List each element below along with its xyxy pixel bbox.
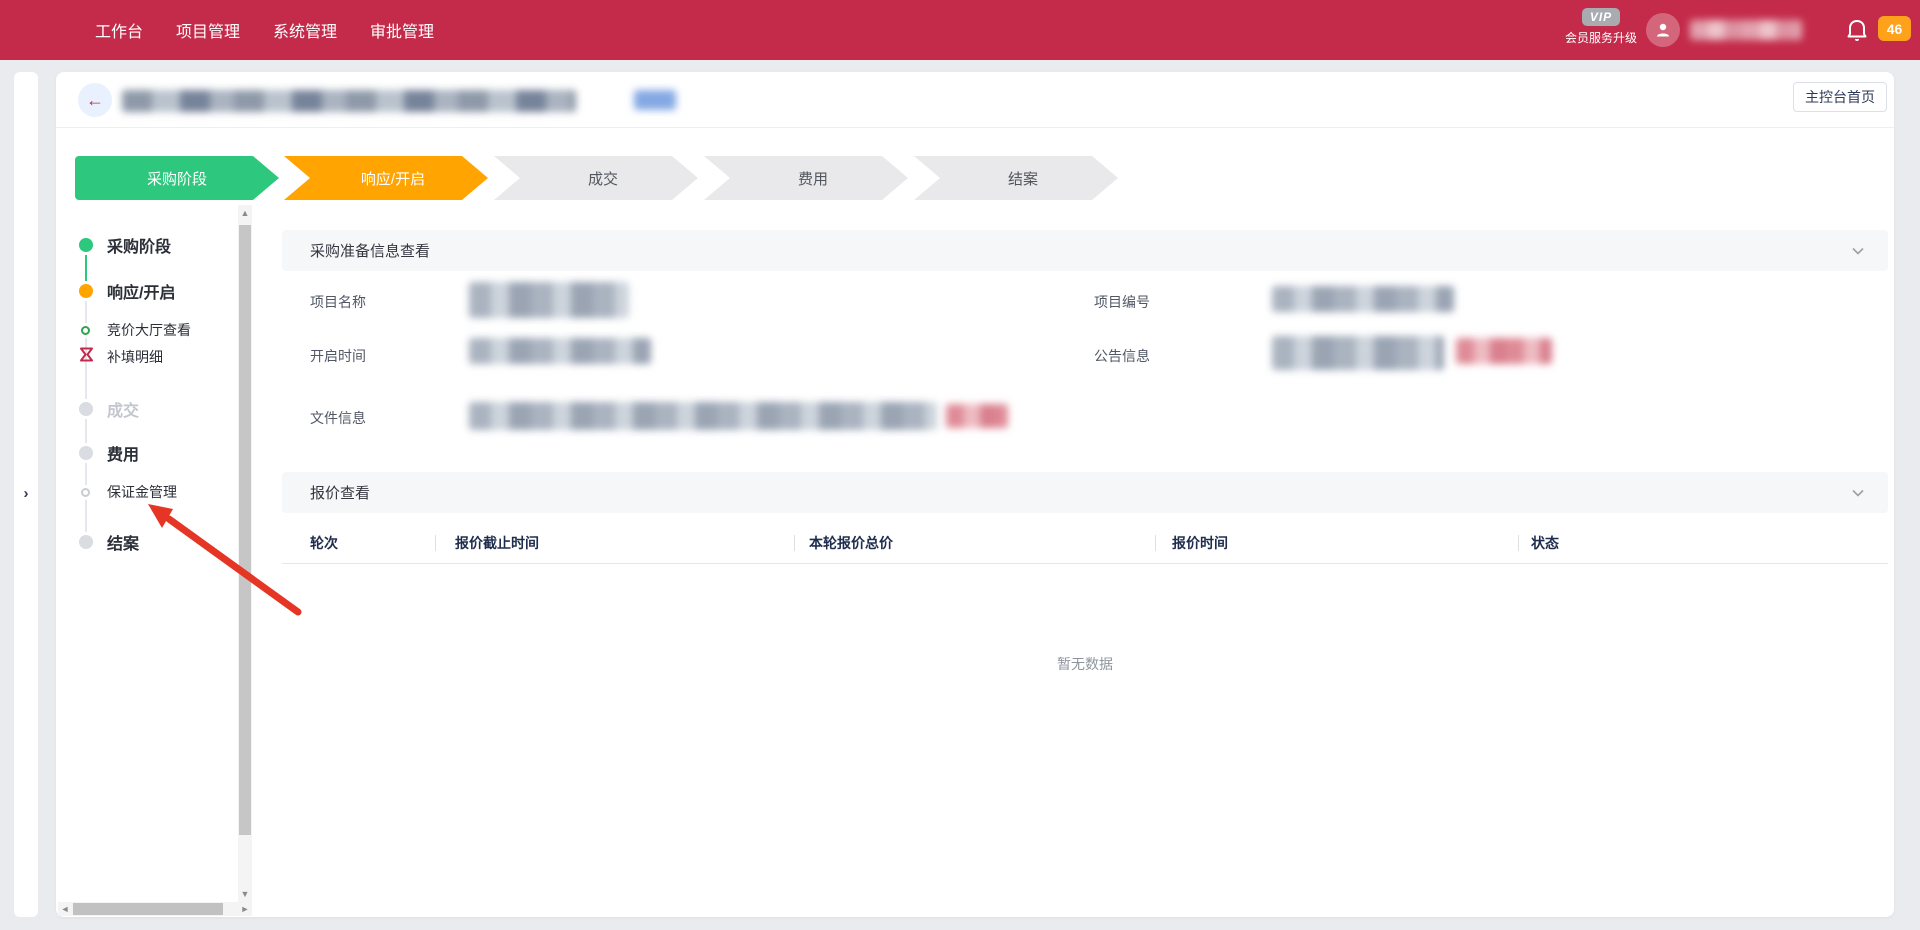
scrollbar-down-icon[interactable]: ▼ — [238, 889, 252, 899]
project-title-redacted — [122, 90, 576, 112]
back-button[interactable]: ← — [78, 83, 112, 117]
sidebar-item-label: 竞价大厅查看 — [107, 320, 191, 340]
open-time-value-redacted — [469, 338, 651, 364]
field-label-file-info: 文件信息 — [310, 408, 366, 428]
panel-expander-chevron-icon[interactable]: › — [16, 484, 36, 504]
top-navbar: 工作台 项目管理 系统管理 审批管理 VIP 会员服务升级 46 — [0, 0, 1920, 60]
stage-progress-bar: 采购阶段 响应/开启 成交 费用 结案 — [56, 156, 1894, 200]
stage-timeline-sidebar: 采购阶段 响应/开启 竞价大厅查看 补填明细 成交 — [56, 200, 256, 902]
status-tag-redacted — [634, 90, 676, 110]
sidebar-item-deal[interactable]: 成交 — [56, 397, 139, 421]
collapse-chevron-down-icon[interactable] — [1850, 243, 1866, 259]
quote-panel-header: 报价查看 — [282, 472, 1888, 513]
sidebar-item-label: 保证金管理 — [107, 482, 177, 502]
nav-menu: 工作台 项目管理 系统管理 审批管理 — [95, 0, 434, 60]
vip-caption: 会员服务升级 — [1556, 29, 1646, 46]
page-header: ← 主控台首页 — [56, 72, 1894, 128]
column-divider — [794, 535, 795, 551]
gray-ring-icon — [81, 488, 90, 497]
sidebar-item-label: 成交 — [107, 397, 139, 421]
vip-icon: VIP — [1582, 8, 1620, 26]
collapse-chevron-down-icon[interactable] — [1850, 485, 1866, 501]
field-label-open-time: 开启时间 — [310, 346, 366, 366]
sidebar-item-fees[interactable]: 费用 — [56, 441, 139, 465]
column-divider — [1518, 535, 1519, 551]
step-deal[interactable]: 成交 — [494, 156, 698, 200]
sidebar-vertical-scrollbar[interactable]: ▲ ▼ — [238, 205, 252, 902]
scrollbar-right-icon[interactable]: ► — [238, 904, 252, 914]
console-home-button[interactable]: 主控台首页 — [1793, 82, 1887, 112]
quote-table-header-row: 轮次 报价截止时间 本轮报价总价 报价时间 状态 — [282, 522, 1888, 564]
step-procurement-stage[interactable]: 采购阶段 — [75, 156, 279, 200]
gray-dot-icon — [79, 535, 93, 549]
column-header-status: 状态 — [1531, 522, 1559, 564]
project-number-value-redacted — [1272, 286, 1454, 312]
field-label-project-number: 项目编号 — [1094, 292, 1150, 312]
sidebar-item-label: 补填明细 — [107, 347, 163, 367]
main-card: ← 主控台首页 采购阶段 响应/开启 成交 费用 结案 采购阶段 响应/开启 — [56, 72, 1894, 917]
user-avatar[interactable] — [1646, 13, 1680, 47]
green-dot-icon — [79, 238, 93, 252]
person-icon — [1654, 21, 1672, 39]
sidebar-horizontal-scrollbar[interactable]: ◄ ► — [58, 902, 252, 916]
step-response-open[interactable]: 响应/开启 — [284, 156, 488, 200]
username-redacted — [1690, 20, 1802, 40]
green-ring-icon — [81, 326, 90, 335]
scrollbar-up-icon[interactable]: ▲ — [238, 208, 252, 218]
column-header-round-total: 本轮报价总价 — [809, 522, 893, 564]
sidebar-item-deposit-management[interactable]: 保证金管理 — [56, 482, 177, 502]
panel-title: 采购准备信息查看 — [310, 240, 430, 261]
sidebar-item-response-open[interactable]: 响应/开启 — [56, 279, 175, 303]
column-header-round: 轮次 — [310, 522, 338, 564]
panel-title: 报价查看 — [310, 482, 370, 503]
step-closing[interactable]: 结案 — [914, 156, 1118, 200]
nav-item-approval-management[interactable]: 审批管理 — [370, 18, 434, 42]
app-root: 工作台 项目管理 系统管理 审批管理 VIP 会员服务升级 46 › — [0, 0, 1920, 930]
vip-upgrade[interactable]: VIP 会员服务升级 — [1556, 8, 1646, 46]
sidebar-item-procurement-stage[interactable]: 采购阶段 — [56, 233, 171, 257]
step-fees[interactable]: 费用 — [704, 156, 908, 200]
sidebar-item-label: 响应/开启 — [107, 279, 175, 303]
field-label-announcement-info: 公告信息 — [1094, 346, 1150, 366]
sidebar-item-label: 费用 — [107, 441, 139, 465]
orange-dot-icon — [79, 284, 93, 298]
column-divider — [435, 535, 436, 551]
gray-dot-icon — [79, 402, 93, 416]
sidebar-item-closing[interactable]: 结案 — [56, 530, 139, 554]
sidebar-item-label: 采购阶段 — [107, 233, 171, 257]
sidebar-item-bidding-hall-view[interactable]: 竞价大厅查看 — [56, 320, 191, 340]
column-header-quote-deadline: 报价截止时间 — [455, 522, 539, 564]
announcement-link-redacted[interactable] — [1456, 338, 1552, 364]
column-header-quote-time: 报价时间 — [1172, 522, 1228, 564]
hourglass-icon — [80, 347, 93, 367]
notification-bell-icon[interactable] — [1845, 18, 1869, 44]
gray-dot-icon — [79, 446, 93, 460]
prep-info-panel-header: 采购准备信息查看 — [282, 230, 1888, 271]
nav-item-workbench[interactable]: 工作台 — [95, 18, 143, 42]
column-divider — [1155, 535, 1156, 551]
field-label-project-name: 项目名称 — [310, 292, 366, 312]
notification-count-badge[interactable]: 46 — [1878, 16, 1911, 41]
horizontal-scrollbar-thumb[interactable] — [73, 903, 223, 915]
file-link-redacted[interactable] — [946, 404, 1008, 428]
nav-item-project-management[interactable]: 项目管理 — [176, 18, 240, 42]
sidebar-item-label: 结案 — [107, 530, 139, 554]
vertical-scrollbar-thumb[interactable] — [239, 225, 251, 835]
file-info-value-redacted — [469, 402, 937, 430]
announcement-value-redacted — [1272, 336, 1444, 370]
empty-table-message: 暂无数据 — [282, 654, 1888, 674]
nav-item-system-management[interactable]: 系统管理 — [273, 18, 337, 42]
project-name-value-redacted — [469, 282, 629, 318]
scrollbar-left-icon[interactable]: ◄ — [58, 904, 72, 914]
collapsed-side-panel: › — [14, 72, 38, 917]
sidebar-item-supplement-detail[interactable]: 补填明细 — [56, 347, 163, 367]
